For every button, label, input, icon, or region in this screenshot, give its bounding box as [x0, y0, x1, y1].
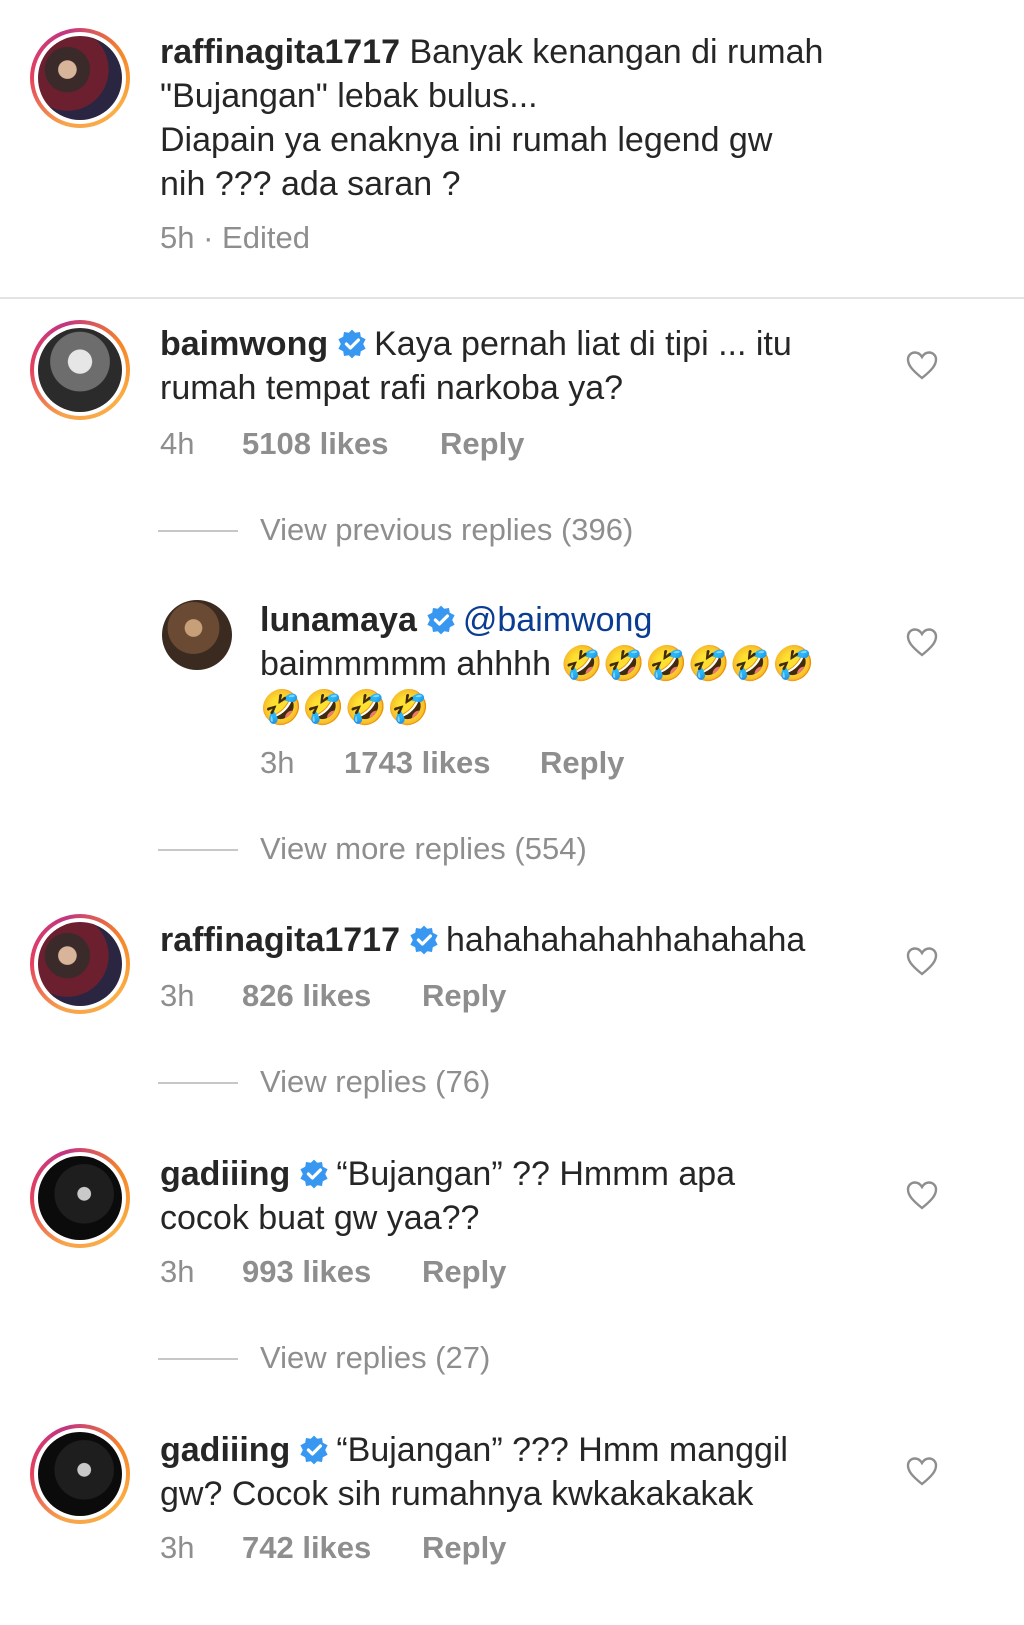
comment-username[interactable]: lunamaya	[260, 601, 417, 639]
comment-text-line-1: “Bujangan” ?? Hmmm apa	[336, 1155, 736, 1193]
comment-raffinagita1717: raffinagita1717 hahahahahahhahahaha	[160, 918, 900, 962]
comment-time: 3h	[160, 1530, 195, 1565]
mention-link[interactable]: @baimwong	[463, 601, 653, 639]
comment-text-line-1: “Bujangan” ??? Hmm manggil	[336, 1431, 788, 1469]
view-replies-button[interactable]: View replies (27)	[158, 1338, 758, 1378]
reply-button[interactable]: Reply	[422, 1528, 506, 1568]
avatar-baimwong[interactable]	[30, 320, 130, 420]
caption-line-1: Banyak kenangan di rumah	[409, 33, 824, 71]
comment-text-line-2: cocok buat gw yaa??	[160, 1199, 480, 1237]
comment-text-line-2: gw? Cocok sih rumahnya kwkakakakak	[160, 1475, 754, 1513]
comment-text-line-1: baimmmmm ahhhh	[260, 645, 551, 683]
avatar-raffinagita1717[interactable]	[30, 28, 130, 128]
verified-badge-icon	[300, 1159, 328, 1189]
reply-button[interactable]: Reply	[540, 743, 624, 783]
reply-button[interactable]: Reply	[422, 1252, 506, 1292]
comment-username[interactable]: gadiiing	[160, 1155, 290, 1193]
comment-time: 3h	[260, 745, 295, 780]
caption-username[interactable]: raffinagita1717	[160, 33, 400, 71]
caption-text: raffinagita1717 Banyak kenangan di rumah…	[160, 30, 920, 206]
replies-divider-line	[158, 530, 238, 532]
comment-gadiiing: gadiiing “Bujangan” ?? Hmmm apa cocok bua…	[160, 1152, 900, 1240]
caption-line-4: nih ??? ada saran ?	[160, 165, 461, 203]
comment-meta: 3h 993 likes Reply	[160, 1252, 506, 1292]
comment-meta: 3h 1743 likes Reply	[260, 743, 624, 783]
comment-lunamaya: lunamaya @baimwong baimmmmm ahhhh 🤣🤣🤣🤣🤣🤣 …	[260, 598, 900, 730]
view-replies-label[interactable]: View replies (76)	[260, 1062, 490, 1102]
comment-gadiiing: gadiiing “Bujangan” ??? Hmm manggil gw? C…	[160, 1428, 900, 1516]
reply-button[interactable]: Reply	[440, 424, 524, 464]
comment-likes[interactable]: 826 likes	[242, 976, 371, 1016]
view-replies-label[interactable]: View more replies (554)	[260, 829, 587, 869]
comment-time: 3h	[160, 978, 195, 1013]
comment-text-line-1: hahahahahahhahahaha	[446, 921, 806, 959]
comment-time: 4h	[160, 426, 195, 461]
comment-baimwong: baimwong Kaya pernah liat di tipi ... itu…	[160, 322, 900, 410]
comment-time: 3h	[160, 1254, 195, 1289]
verified-badge-icon	[338, 329, 366, 359]
avatar-gadiiing[interactable]	[30, 1148, 130, 1248]
caption-line-3: Diapain ya enaknya ini rumah legend gw	[160, 121, 773, 159]
caption-meta: 5h · Edited	[160, 220, 310, 255]
post-caption: raffinagita1717 Banyak kenangan di rumah…	[0, 0, 1024, 298]
verified-badge-icon	[427, 605, 455, 635]
view-replies-button[interactable]: View replies (76)	[158, 1062, 758, 1102]
comment-likes[interactable]: 993 likes	[242, 1252, 371, 1292]
avatar-raffinagita1717[interactable]	[30, 914, 130, 1014]
comment-likes[interactable]: 1743 likes	[344, 743, 491, 783]
emoji-row-2: 🤣🤣🤣🤣	[260, 688, 430, 728]
emoji-row-1: 🤣🤣🤣🤣🤣🤣	[560, 644, 815, 684]
comment-meta: 4h 5108 likes Reply	[160, 424, 524, 464]
replies-divider-line	[158, 1082, 238, 1084]
heart-outline-icon[interactable]	[906, 1180, 938, 1210]
comment-text-line-2: rumah tempat rafi narkoba ya?	[160, 369, 624, 407]
verified-badge-icon	[300, 1435, 328, 1465]
view-replies-button[interactable]: View more replies (554)	[158, 829, 758, 869]
comment-text-line-1: Kaya pernah liat di tipi ... itu	[374, 325, 792, 363]
view-replies-button[interactable]: View previous replies (396)	[158, 510, 758, 550]
view-replies-label[interactable]: View previous replies (396)	[260, 510, 633, 550]
view-replies-label[interactable]: View replies (27)	[260, 1338, 490, 1378]
replies-divider-line	[158, 1358, 238, 1360]
comment-username[interactable]: raffinagita1717	[160, 921, 400, 959]
avatar-lunamaya[interactable]	[162, 600, 232, 670]
comment-meta: 3h 742 likes Reply	[160, 1528, 506, 1568]
caption-divider	[0, 297, 1024, 299]
heart-outline-icon[interactable]	[906, 1456, 938, 1486]
verified-badge-icon	[410, 925, 438, 955]
avatar-gadiiing[interactable]	[30, 1424, 130, 1524]
replies-divider-line	[158, 849, 238, 851]
caption-line-2: "Bujangan" lebak bulus...	[160, 77, 538, 115]
comment-username[interactable]: baimwong	[160, 325, 328, 363]
comment-likes[interactable]: 742 likes	[242, 1528, 371, 1568]
heart-outline-icon[interactable]	[906, 627, 938, 657]
heart-outline-icon[interactable]	[906, 350, 938, 380]
comment-username[interactable]: gadiiing	[160, 1431, 290, 1469]
heart-outline-icon[interactable]	[906, 946, 938, 976]
comment-likes[interactable]: 5108 likes	[242, 424, 389, 464]
comment-meta: 3h 826 likes Reply	[160, 976, 506, 1016]
reply-button[interactable]: Reply	[422, 976, 506, 1016]
